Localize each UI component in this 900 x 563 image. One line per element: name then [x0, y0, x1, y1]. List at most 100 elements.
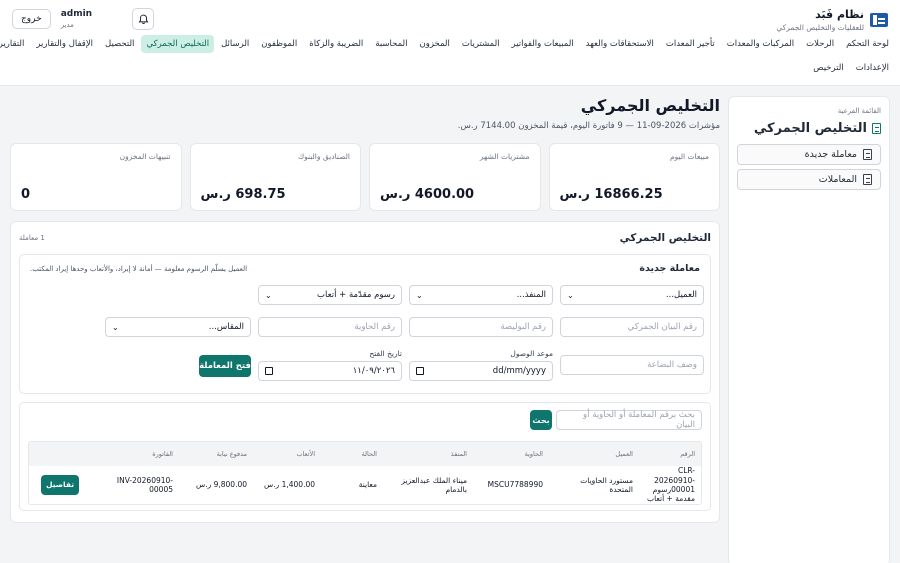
column-header: العميل [615, 450, 633, 458]
arrival-date-input[interactable]: dd/mm/yyyy [409, 361, 553, 381]
stat-value: 698.75 ر.س [200, 187, 286, 202]
arrival-date-value: dd/mm/yyyy [492, 366, 546, 376]
calendar-icon [265, 367, 273, 375]
panel-title: التخليص الجمركي [619, 232, 711, 244]
user-area: خروج admin مدير [12, 8, 155, 30]
top-bar: نظام فَبَد للعقليات والتخليص الجمركي خرو… [0, 0, 900, 86]
calendar-icon [416, 367, 424, 375]
nav-purchases[interactable]: المشتريات [457, 35, 505, 53]
open-transaction-button[interactable]: فتح المعاملة [199, 355, 251, 377]
stat-value: 0 [21, 187, 31, 202]
chevron-down-icon: ⌄ [416, 290, 423, 300]
stat-label: مشتريات الشهر [479, 152, 530, 161]
sidebar-title: التخليص الجمركي [737, 121, 881, 136]
form-note: العميل يسلّم الرسوم معلومة — أمانة لا إي… [30, 264, 248, 273]
column-header: الحاوية [524, 450, 543, 458]
main-nav: لوحة التحكم الرحلات المركبات والمعدات تأ… [0, 35, 894, 53]
sidebar-item-new-transaction[interactable]: معاملة جديدة [737, 144, 881, 165]
policy-number-input[interactable]: رقم البوليصة [409, 317, 553, 337]
transactions-table: الرقم العميل الحاوية المنفذ الحالة الأتع… [28, 441, 702, 505]
declaration-number-input[interactable]: رقم البيان الجمركي [560, 317, 704, 337]
nav-entitlements[interactable]: الاستحقاقات والعهد [581, 35, 659, 53]
document-icon [863, 174, 872, 185]
column-header: المنفذ [450, 450, 467, 458]
column-header: الأتعاب [296, 450, 315, 458]
size-select-value: المقاس... [208, 322, 244, 332]
brand-logo [870, 13, 888, 27]
logout-button[interactable]: خروج [12, 9, 51, 29]
nav-settings[interactable]: الإعدادات [851, 59, 894, 77]
nav-license[interactable]: الترخيص [808, 59, 848, 77]
notifications-button[interactable] [132, 8, 155, 30]
bell-icon [138, 14, 148, 24]
stat-label: مبيعات اليوم [669, 152, 709, 161]
goods-description-input[interactable]: وصف البضاعة [560, 355, 704, 375]
fee-type-select-value: رسوم مقدّمة + أتعاب [317, 290, 395, 300]
stat-card-today-sales: مبيعات اليوم 16866.25 ر.س [548, 143, 720, 211]
table-row[interactable]: CLR-20260910-00001رسوم مقدمة + أتعاب مست… [29, 466, 701, 504]
user-role: مدير [60, 21, 74, 29]
nav-sales[interactable]: المبيعات والفواتير [507, 35, 579, 53]
arrival-date-label: موعد الوصول [510, 349, 553, 358]
sidebar-caption: القائمة الفرعية [837, 107, 881, 115]
open-date-input[interactable]: ١١/٠٩/٢٠٢٦ [258, 361, 402, 381]
nav-accounting[interactable]: المحاسبة [370, 35, 412, 53]
stat-card-inventory-alerts: تنبيهات المخزون 0 [10, 143, 182, 211]
size-select[interactable]: المقاس... ⌄ [105, 317, 251, 337]
stat-value: 4600.00 ر.س [380, 187, 475, 202]
port-select[interactable]: المنفذ... ⌄ [409, 285, 553, 305]
search-button[interactable]: بحث [530, 410, 552, 430]
page-title: التخليص الجمركي [580, 96, 720, 115]
nav-dashboard[interactable]: لوحة التحكم [841, 35, 894, 53]
nav-equipment-rental[interactable]: تأجير المعدات [661, 35, 720, 53]
user-name: admin [60, 9, 93, 19]
cell-fees: 1,400.00 ر.س [264, 480, 315, 490]
search-input[interactable]: بحث برقم المعاملة أو الحاوية أو البيان [556, 410, 702, 430]
cell-invoice: INV-20260910-00005 [116, 475, 173, 494]
chevron-down-icon: ⌄ [112, 322, 119, 332]
stat-label: الصناديق والبنوك [297, 152, 350, 161]
sidebar-title-label: التخليص الجمركي [753, 121, 867, 136]
document-icon [863, 149, 872, 160]
nav-inventory[interactable]: المخزون [414, 35, 454, 53]
nav-customs[interactable]: التخليص الجمركي [141, 35, 215, 53]
new-transaction-form: معاملة جديدة العميل يسلّم الرسوم معلومة … [19, 254, 711, 394]
cell-client: مستورد الحاويات المتحدة [580, 475, 633, 494]
client-select[interactable]: العميل... ⌄ [560, 285, 704, 305]
nav-tax[interactable]: الضريبة والزكاة [304, 35, 368, 53]
column-header: الرقم [680, 450, 695, 458]
container-number-input[interactable]: رقم الحاوية [258, 317, 402, 337]
sidebar-item-transactions[interactable]: المعاملات [737, 169, 881, 190]
sidebar: القائمة الفرعية التخليص الجمركي معاملة ج… [728, 96, 890, 563]
search-section: بحث برقم المعاملة أو الحاوية أو البيان ب… [19, 402, 711, 511]
nav-employees[interactable]: الموظفون [256, 35, 302, 53]
cell-status: معاينة [358, 480, 377, 490]
nav-reports[interactable]: التقارير [0, 35, 29, 53]
sidebar-item-label: معاملة جديدة [804, 149, 857, 160]
nav-vehicles[interactable]: المركبات والمعدات [722, 35, 799, 53]
nav-collection[interactable]: التحصيل [100, 35, 139, 53]
client-select-value: العميل... [665, 290, 697, 300]
table-header: الرقم العميل الحاوية المنفذ الحالة الأتع… [29, 442, 701, 466]
cell-paid-on-behalf: 9,800.00 ر.س [196, 480, 247, 490]
brand-subtitle: للعقليات والتخليص الجمركي [776, 23, 864, 32]
open-date-label: تاريخ الفتح [369, 349, 402, 358]
stat-label: تنبيهات المخزون [119, 152, 171, 161]
fee-type-select[interactable]: رسوم مقدّمة + أتعاب ⌄ [258, 285, 402, 305]
customs-panel: التخليص الجمركي 1 معاملة معاملة جديدة ال… [10, 221, 720, 523]
cell-port: ميناء الملك عبدالعزيز بالدمام [401, 475, 467, 494]
stat-card-cash-banks: الصناديق والبنوك 698.75 ر.س [189, 143, 361, 211]
nav-trips[interactable]: الرحلات [801, 35, 839, 53]
column-header: الفاتورة [152, 450, 173, 458]
port-select-value: المنفذ... [516, 290, 546, 300]
cell-container: MSCU7788990 [487, 480, 543, 490]
cell-number: CLR-20260910-00001رسوم مقدمة + أتعاب [647, 466, 695, 504]
nav-messages[interactable]: الرسائل [216, 35, 254, 53]
secondary-nav: الإعدادات الترخيص [808, 59, 894, 77]
nav-closing[interactable]: الإقفال والتقارير [31, 35, 98, 53]
details-button[interactable]: تفاصيل [41, 475, 80, 495]
brand[interactable]: نظام فَبَد للعقليات والتخليص الجمركي [776, 8, 888, 32]
form-title: معاملة جديدة [639, 263, 700, 274]
brand-name: نظام فَبَد [815, 8, 864, 21]
main-content: التخليص الجمركي مؤشرات 2026-09-11 — 9 فا… [10, 96, 720, 523]
